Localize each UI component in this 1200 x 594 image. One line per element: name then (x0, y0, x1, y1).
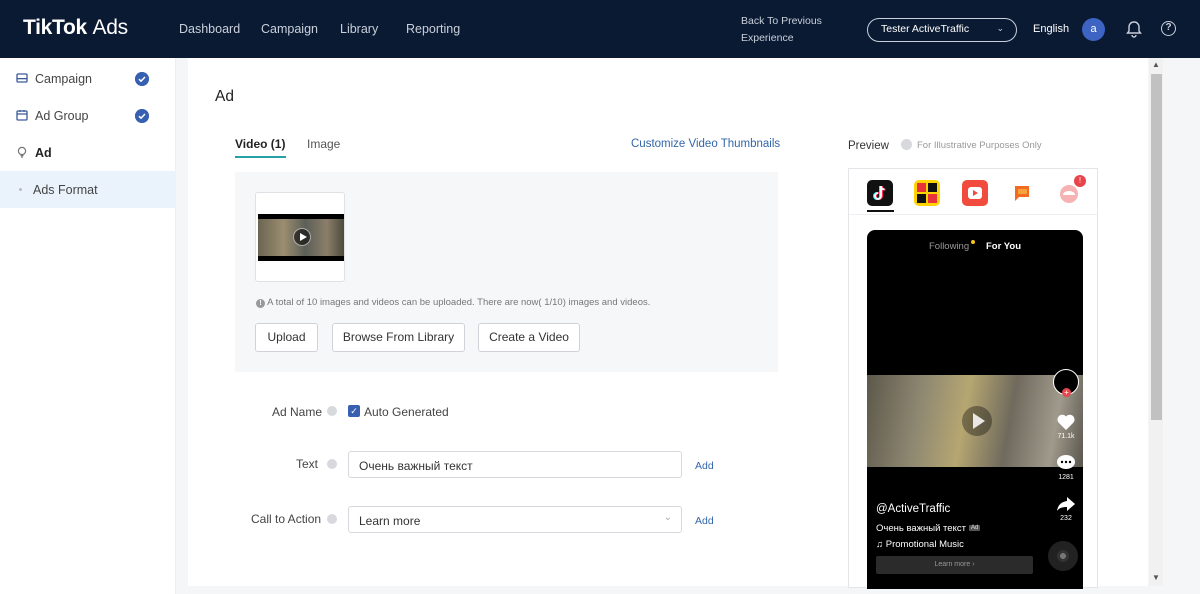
question-icon[interactable] (327, 514, 337, 524)
following-tab: Following (929, 241, 970, 252)
calendar-icon (16, 110, 28, 121)
like-count: 71.1k (1057, 433, 1075, 440)
tab-video[interactable]: Video (1) (235, 137, 287, 158)
bulb-icon (17, 146, 27, 158)
cta-value: Learn more (359, 514, 421, 528)
preview-panel: ! Following For You + 71.1k 1281 232 @Ac… (848, 168, 1098, 589)
phone-preview: Following For You + 71.1k 1281 232 @Acti… (867, 230, 1083, 589)
check-circle-icon (135, 109, 149, 123)
auto-generated-label: Auto Generated (364, 405, 449, 419)
heart-icon (1057, 414, 1075, 430)
text-input[interactable]: Очень важный текст (348, 451, 682, 478)
scroll-up-icon[interactable]: ▲ (1152, 60, 1160, 69)
top-bar: TikTok Ads Dashboard Campaign Library Re… (0, 0, 1200, 58)
ad-name-label: Ad Name (272, 405, 323, 419)
nav-campaign[interactable]: Campaign (261, 22, 318, 36)
share-icon (1057, 497, 1075, 511)
upload-note: ! A total of 10 images and videos can be… (256, 297, 650, 308)
play-icon[interactable] (293, 228, 311, 246)
sidebar-item-label: Ads Format (33, 183, 98, 197)
account-name: Tester ActiveTraffic (881, 23, 970, 35)
nav-library[interactable]: Library (340, 22, 378, 36)
tiktok-ads-logo[interactable]: TikTok Ads (23, 16, 128, 40)
comment-count: 1281 (1058, 474, 1074, 481)
back-to-previous-link[interactable]: Back To Previous Experience (741, 13, 831, 47)
video-frame (258, 214, 344, 261)
customize-thumbnails-link[interactable]: Customize Video Thumbnails (631, 138, 780, 150)
upload-button[interactable]: Upload (255, 323, 318, 352)
tiktok-icon[interactable] (867, 180, 893, 206)
add-cta-link[interactable]: Add (695, 515, 714, 527)
chevron-down-icon: ⌄ (663, 512, 672, 523)
app-selector: ! (849, 169, 1097, 215)
selected-app-indicator (867, 210, 894, 212)
notification-dot (971, 240, 975, 244)
sidebar-item-label: Campaign (35, 72, 92, 86)
share-count: 232 (1060, 515, 1072, 522)
check-circle-icon (135, 72, 149, 86)
scrollbar[interactable]: ▲ ▼ (1149, 58, 1163, 586)
campaign-icon (16, 73, 28, 83)
music-disc-icon (1048, 541, 1078, 571)
nav-dashboard[interactable]: Dashboard (179, 22, 240, 36)
follow-plus-icon: + (1062, 388, 1071, 397)
preview-caption: Очень важный текст Ad (876, 523, 981, 534)
add-text-link[interactable]: Add (695, 460, 714, 472)
scroll-down-icon[interactable]: ▼ (1152, 573, 1160, 582)
video-thumbnail[interactable] (255, 192, 345, 282)
call-to-action-label: Call to Action (251, 512, 322, 526)
preview-note: For Illustrative Purposes Only (917, 140, 1042, 151)
topbuzz-icon[interactable] (914, 180, 940, 206)
sidebar-item-label: Ad Group (35, 109, 89, 123)
cta-select[interactable]: Learn more ⌄ (348, 506, 682, 533)
sidebar-item-ad[interactable]: Ad (0, 134, 176, 171)
share-control: 232 (1053, 495, 1079, 522)
auto-generated-checkbox[interactable]: ✓ (348, 405, 360, 417)
preview-video (867, 375, 1083, 467)
ad-tag: Ad (968, 525, 981, 532)
comment-icon (1057, 455, 1075, 469)
sidebar-item-ad-group[interactable]: Ad Group (0, 97, 176, 134)
language-selector[interactable]: English (1033, 23, 1069, 35)
sidebar: Campaign Ad Group Ad Ads Format (0, 58, 176, 594)
text-label: Text (296, 457, 319, 471)
upload-area: ! A total of 10 images and videos can be… (235, 172, 778, 372)
tab-image[interactable]: Image (307, 137, 340, 151)
preview-cta-button: Learn more › (876, 556, 1033, 574)
vigo-icon[interactable] (962, 180, 988, 206)
sidebar-item-ads-format[interactable]: Ads Format (0, 171, 176, 208)
info-icon: ! (256, 299, 265, 308)
chevron-down-icon: ⌄ (996, 23, 1004, 33)
question-icon[interactable] (327, 406, 337, 416)
alert-badge: ! (1074, 175, 1086, 187)
page-title: Ad (215, 88, 234, 105)
sidebar-item-label: Ad (35, 146, 52, 160)
preview-handle: @ActiveTraffic (876, 503, 951, 515)
preview-music: ♫ Promotional Music (876, 539, 964, 550)
bullet-icon (19, 188, 22, 191)
newsrepublic-icon[interactable] (1009, 180, 1035, 206)
scrollbar-thumb[interactable] (1151, 74, 1162, 420)
nav-reporting[interactable]: Reporting (406, 22, 460, 36)
account-selector[interactable]: Tester ActiveTraffic ⌄ (867, 18, 1017, 42)
help-icon[interactable]: ? (1161, 21, 1176, 36)
info-icon (901, 139, 912, 150)
play-icon (962, 406, 992, 436)
bell-icon[interactable] (1125, 20, 1143, 38)
like-control: 71.1k (1053, 413, 1079, 440)
comment-control: 1281 (1053, 454, 1079, 481)
question-icon[interactable] (327, 459, 337, 469)
create-video-button[interactable]: Create a Video (478, 323, 580, 352)
browse-library-button[interactable]: Browse From Library (332, 323, 465, 352)
sidebar-item-campaign[interactable]: Campaign (0, 60, 176, 97)
avatar[interactable]: a (1082, 18, 1105, 41)
preview-label: Preview (848, 140, 889, 152)
for-you-tab: For You (986, 241, 1022, 252)
